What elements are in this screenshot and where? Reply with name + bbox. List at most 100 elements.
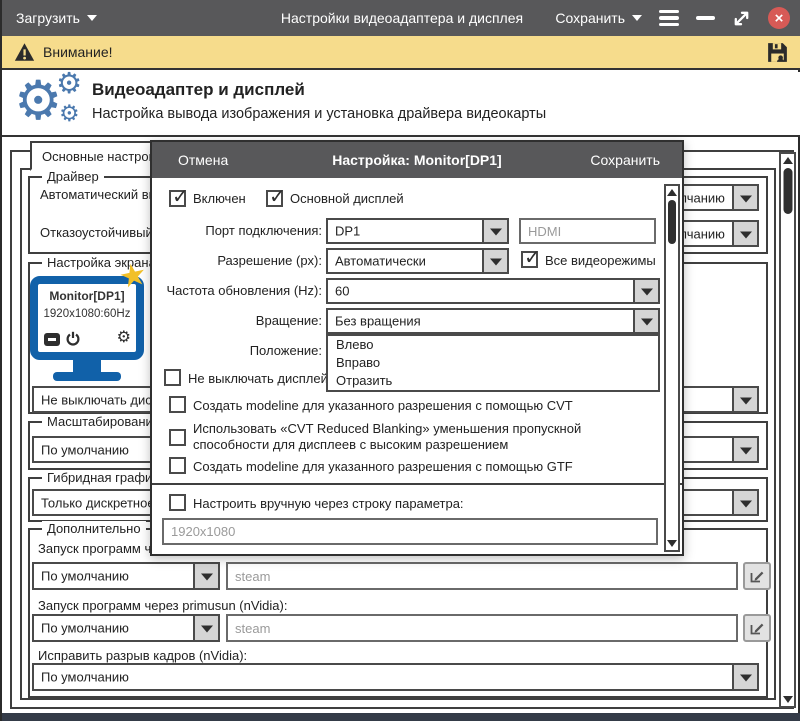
scroll-up-icon[interactable] (667, 189, 677, 196)
chevron-down-icon (732, 665, 757, 689)
resolution-value: Автоматически (335, 254, 426, 269)
chevron-down-icon (193, 616, 218, 640)
chevron-down-icon (482, 250, 507, 272)
cvt-label: Создать modeline для указанного разрешен… (193, 398, 573, 413)
primus-value: По умолчанию (41, 621, 129, 636)
primus-app-input[interactable] (226, 614, 738, 642)
port-select[interactable]: DP1 (326, 218, 509, 244)
check-icon: ✓ (524, 245, 541, 270)
edit-icon[interactable] (743, 562, 771, 590)
auto-driver-label: Автоматический выб (40, 187, 165, 202)
resolution-label: Разрешение (px): (152, 253, 322, 268)
port-custom-input[interactable] (519, 218, 656, 244)
scrollbar-thumb[interactable] (668, 200, 676, 244)
maximize-icon[interactable] (732, 9, 751, 28)
chevron-down-icon (732, 438, 757, 461)
all-modes-label: Все видеорежимы (545, 253, 656, 268)
keep-display-checkbox[interactable] (164, 369, 181, 386)
frequency-select[interactable]: 60 (326, 278, 660, 304)
scroll-down-icon[interactable] (667, 540, 677, 547)
enabled-label: Включен (193, 191, 246, 206)
frequency-value: 60 (335, 284, 349, 299)
gtf-checkbox[interactable] (169, 457, 186, 474)
manual-checkbox[interactable] (169, 494, 186, 511)
chevron-down-icon (732, 186, 757, 209)
monitor-stand-base (53, 372, 121, 381)
gears-icon: ⚙ ⚙ ⚙ (14, 72, 86, 134)
tab-label: Основные настройк (42, 149, 152, 164)
tearing-label: Исправить разрыв кадров (nVidia): (38, 648, 247, 663)
save-menu-label: Сохранить (555, 10, 625, 26)
rotation-option[interactable]: Отразить (328, 372, 658, 390)
minimize-icon[interactable] (696, 16, 715, 20)
enabled-checkbox[interactable]: ✓ (169, 190, 186, 207)
primary-display-label: Основной дисплей (290, 191, 404, 206)
primus-select[interactable]: По умолчанию (32, 614, 220, 642)
chevron-down-icon (482, 220, 507, 242)
rotation-option[interactable]: Вправо (328, 354, 658, 372)
warning-bar: Внимание! (2, 36, 800, 70)
settings-gear-icon[interactable]: ⚙ (117, 330, 131, 346)
monitor-settings-dialog: Отмена Настройка: Monitor[DP1] Сохранить… (150, 140, 684, 556)
resolution-select[interactable]: Автоматически (326, 248, 509, 274)
app-window: Загрузить Настройки видеоадаптера и дисп… (0, 0, 800, 721)
rotation-label: Вращение: (152, 313, 322, 328)
save-menu-button[interactable]: Сохранить (555, 10, 642, 26)
chevron-down-icon (193, 564, 218, 588)
position-label: Положение: (152, 343, 322, 358)
chevron-down-icon (633, 310, 658, 332)
dialog-header: Отмена Настройка: Monitor[DP1] Сохранить (152, 142, 682, 178)
save-file-icon[interactable] (765, 40, 790, 65)
port-value: DP1 (335, 224, 360, 239)
scrollbar-thumb[interactable] (783, 168, 792, 214)
all-modes-checkbox[interactable]: ✓ (521, 251, 538, 268)
page-subtitle: Настройка вывода изображения и установка… (92, 106, 546, 122)
optirun-app-input[interactable] (226, 562, 738, 590)
keep-display-label: Не выключать дисплей (188, 371, 328, 386)
power-icon[interactable] (65, 331, 81, 352)
port-label: Порт подключения: (152, 223, 322, 238)
cvt-checkbox[interactable] (169, 396, 186, 413)
cvt-rb-label: Использовать «CVT Reduced Blanking» умен… (193, 421, 661, 453)
chevron-down-icon (732, 222, 757, 245)
frequency-label: Частота обновления (Hz): (152, 283, 322, 298)
chevron-down-icon (732, 491, 757, 514)
page-title: Видеоадаптер и дисплей (92, 80, 305, 100)
scaling-value: По умолчанию (41, 442, 129, 457)
optirun-select[interactable]: По умолчанию (32, 562, 220, 590)
monitor-mode: 1920x1080:60Hz (38, 308, 136, 320)
primus-label: Запуск программ через primusun (nVidia): (38, 598, 287, 613)
dialog-scrollbar[interactable] (664, 184, 680, 552)
dialog-save-button[interactable]: Сохранить (590, 152, 660, 168)
rotation-value: Без вращения (335, 314, 421, 329)
title-bar: Загрузить Настройки видеоадаптера и дисп… (2, 0, 800, 36)
chevron-down-icon (633, 280, 658, 302)
check-icon: ✓ (269, 184, 286, 209)
tab-main-settings[interactable]: Основные настройк (30, 141, 152, 171)
rotation-option[interactable]: Влево (328, 336, 658, 354)
gtf-label: Создать modeline для указанного разрешен… (193, 459, 573, 474)
warning-icon (14, 42, 35, 62)
bottom-bar (2, 713, 800, 721)
scroll-down-icon[interactable] (783, 696, 793, 703)
disable-display-icon[interactable] (44, 333, 60, 346)
scroll-up-icon[interactable] (783, 157, 793, 164)
close-icon[interactable]: × (768, 7, 790, 29)
cvt-rb-checkbox[interactable] (169, 429, 186, 446)
menu-icon[interactable] (659, 10, 679, 27)
tearing-select[interactable]: По умолчанию (32, 663, 759, 691)
chevron-down-icon (732, 388, 757, 411)
optirun-value: По умолчанию (41, 569, 129, 584)
driver-legend: Драйвер (42, 169, 104, 184)
manual-label: Настроить вручную через строку параметра… (193, 496, 464, 511)
rotation-select[interactable]: Без вращения (326, 308, 660, 334)
main-scrollbar[interactable] (779, 152, 796, 708)
check-icon: ✓ (172, 184, 189, 209)
manual-mode-input[interactable] (162, 518, 658, 545)
app-header: ⚙ ⚙ ⚙ Видеоадаптер и дисплей Настройка в… (2, 72, 800, 137)
rotation-options-list: Влево Вправо Отразить (326, 334, 660, 392)
edit-icon[interactable] (743, 614, 771, 642)
chevron-down-icon (632, 15, 642, 21)
primary-display-checkbox[interactable]: ✓ (266, 190, 283, 207)
warning-text: Внимание! (43, 44, 113, 60)
